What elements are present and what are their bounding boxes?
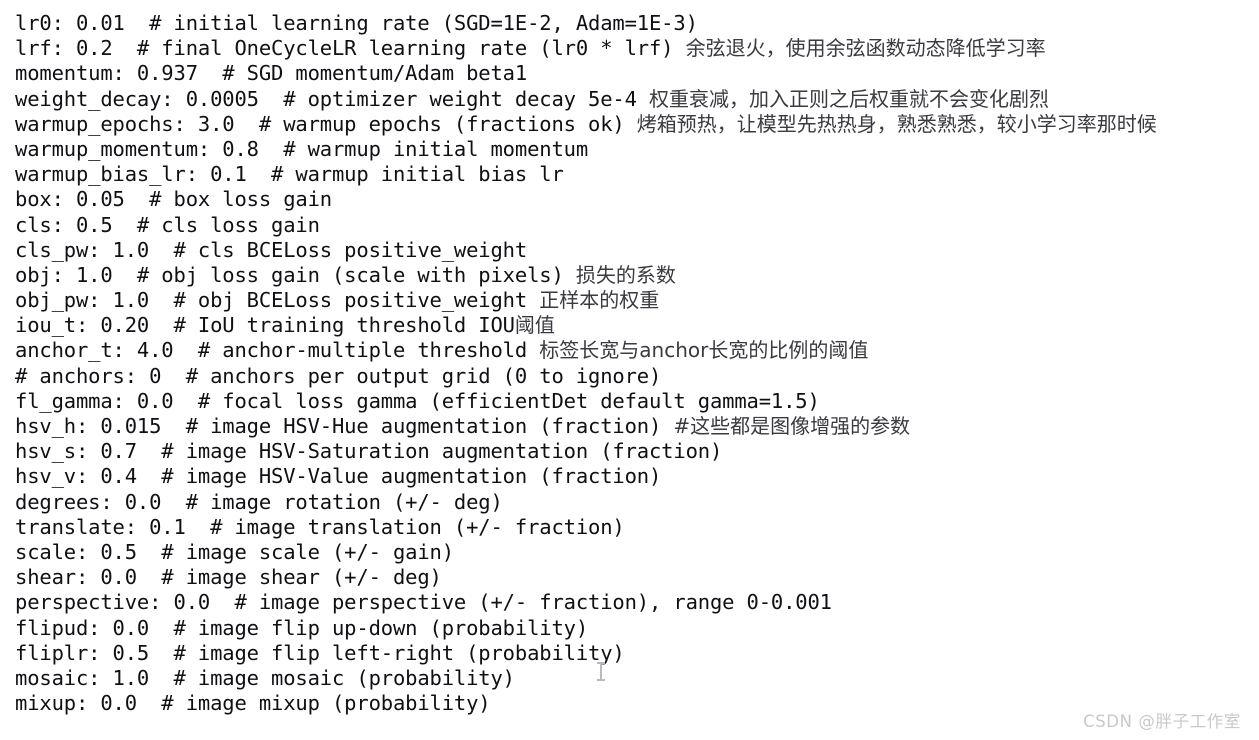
code-line[interactable]: anchor_t: 4.0 # anchor-multiple threshol… [15,338,1259,363]
code-text: shear: 0.0 # image shear (+/- deg) [15,565,442,590]
chinese-annotation: 阈值 [514,313,555,338]
chinese-annotation: 损失的系数 [575,262,676,287]
code-line[interactable]: iou_t: 0.20 # IoU training threshold IOU… [15,313,1259,338]
code-line[interactable]: warmup_momentum: 0.8 # warmup initial mo… [15,137,1259,162]
code-line[interactable]: cls: 0.5 # cls loss gain [15,213,1259,238]
chinese-annotation: #这些都是图像增强的参数 [673,414,911,438]
code-line[interactable]: hsv_s: 0.7 # image HSV-Saturation augmen… [15,439,1259,464]
code-text: iou_t: 0.20 # IoU training threshold IOU [15,313,515,338]
code-text: scale: 0.5 # image scale (+/- gain) [15,539,454,564]
code-line[interactable]: fliplr: 0.5 # image flip left-right (pro… [15,641,1259,666]
code-text: obj: 1.0 # obj loss gain (scale with pix… [15,262,576,287]
code-line[interactable]: warmup_epochs: 3.0 # warmup epochs (frac… [15,112,1259,137]
code-text: weight_decay: 0.0005 # optimizer weight … [15,86,649,111]
chinese-annotation: 余弦退火，使用余弦函数动态降低学习率 [685,36,1046,61]
code-line[interactable]: degrees: 0.0 # image rotation (+/- deg) [15,490,1259,515]
code-text: fliplr: 0.5 # image flip left-right (pro… [15,640,625,665]
code-line[interactable]: fl_gamma: 0.0 # focal loss gamma (effici… [15,389,1259,414]
code-line[interactable]: shear: 0.0 # image shear (+/- deg) [15,565,1259,590]
chinese-annotation: 烤箱预热，让模型先热热身，熟悉熟悉，较小学习率那时候 [636,111,1157,136]
code-text: cls_pw: 1.0 # cls BCELoss positive_weigh… [15,237,528,262]
code-line[interactable]: flipud: 0.0 # image flip up-down (probab… [15,616,1259,641]
code-line[interactable]: weight_decay: 0.0005 # optimizer weight … [15,87,1259,112]
code-line[interactable]: lr0: 0.01 # initial learning rate (SGD=1… [15,11,1259,36]
chinese-annotation: 标签长宽与anchor长宽的比例的阈值 [539,338,869,363]
csdn-watermark: CSDN @胖子工作室 [1083,712,1241,731]
code-line[interactable]: box: 0.05 # box loss gain [15,187,1259,212]
code-line[interactable]: hsv_v: 0.4 # image HSV-Value augmentatio… [15,464,1259,489]
code-text: perspective: 0.0 # image perspective (+/… [15,590,832,615]
code-text: mosaic: 1.0 # image mosaic (probability) [15,665,515,690]
code-line[interactable]: scale: 0.5 # image scale (+/- gain) [15,540,1259,565]
chinese-annotation: 权重衰减，加入正则之后权重就不会变化剧烈 [649,86,1049,111]
code-text: warmup_epochs: 3.0 # warmup epochs (frac… [15,111,637,136]
code-text: lr0: 0.01 # initial learning rate (SGD=1… [15,11,698,35]
code-line[interactable]: warmup_bias_lr: 0.1 # warmup initial bia… [15,162,1259,187]
code-line[interactable]: mosaic: 1.0 # image mosaic (probability) [15,666,1259,691]
code-text: hsv_h: 0.015 # image HSV-Hue augmentatio… [15,414,674,438]
text-cursor-caret [597,662,605,681]
code-line[interactable]: perspective: 0.0 # image perspective (+/… [15,590,1259,615]
chinese-annotation: 正样本的权重 [539,288,660,313]
code-listing[interactable]: lr0: 0.01 # initial learning rate (SGD=1… [15,11,1259,716]
screenshot-root: { "document": { "kind": "yaml-hyperparam… [0,0,1259,740]
code-text: anchor_t: 4.0 # anchor-multiple threshol… [15,338,540,363]
code-text: mixup: 0.0 # image mixup (probability) [15,691,491,716]
code-text: fl_gamma: 0.0 # focal loss gamma (effici… [15,388,820,413]
code-text: obj_pw: 1.0 # obj BCELoss positive_weigh… [15,288,540,313]
code-line[interactable]: # anchors: 0 # anchors per output grid (… [15,364,1259,389]
code-line[interactable]: obj: 1.0 # obj loss gain (scale with pix… [15,263,1259,288]
code-line[interactable]: mixup: 0.0 # image mixup (probability) [15,691,1259,716]
code-text: lrf: 0.2 # final OneCycleLR learning rat… [15,36,686,61]
code-line[interactable]: hsv_h: 0.015 # image HSV-Hue augmentatio… [15,414,1259,439]
code-text: warmup_momentum: 0.8 # warmup initial mo… [15,136,589,161]
code-line[interactable]: lrf: 0.2 # final OneCycleLR learning rat… [15,36,1259,61]
code-text: # anchors: 0 # anchors per output grid (… [15,363,662,388]
code-text: box: 0.05 # box loss gain [15,187,332,212]
code-text: cls: 0.5 # cls loss gain [15,212,320,237]
code-line[interactable]: translate: 0.1 # image translation (+/- … [15,515,1259,540]
code-line[interactable]: momentum: 0.937 # SGD momentum/Adam beta… [15,61,1259,86]
code-text: degrees: 0.0 # image rotation (+/- deg) [15,489,503,514]
code-text: hsv_v: 0.4 # image HSV-Value augmentatio… [15,464,662,489]
code-line[interactable]: obj_pw: 1.0 # obj BCELoss positive_weigh… [15,288,1259,313]
code-text: warmup_bias_lr: 0.1 # warmup initial bia… [15,162,564,187]
code-text: momentum: 0.937 # SGD momentum/Adam beta… [15,61,528,86]
code-text: translate: 0.1 # image translation (+/- … [15,514,625,539]
code-line[interactable]: cls_pw: 1.0 # cls BCELoss positive_weigh… [15,238,1259,263]
code-text: flipud: 0.0 # image flip up-down (probab… [15,615,589,640]
code-text: hsv_s: 0.7 # image HSV-Saturation augmen… [15,439,723,464]
